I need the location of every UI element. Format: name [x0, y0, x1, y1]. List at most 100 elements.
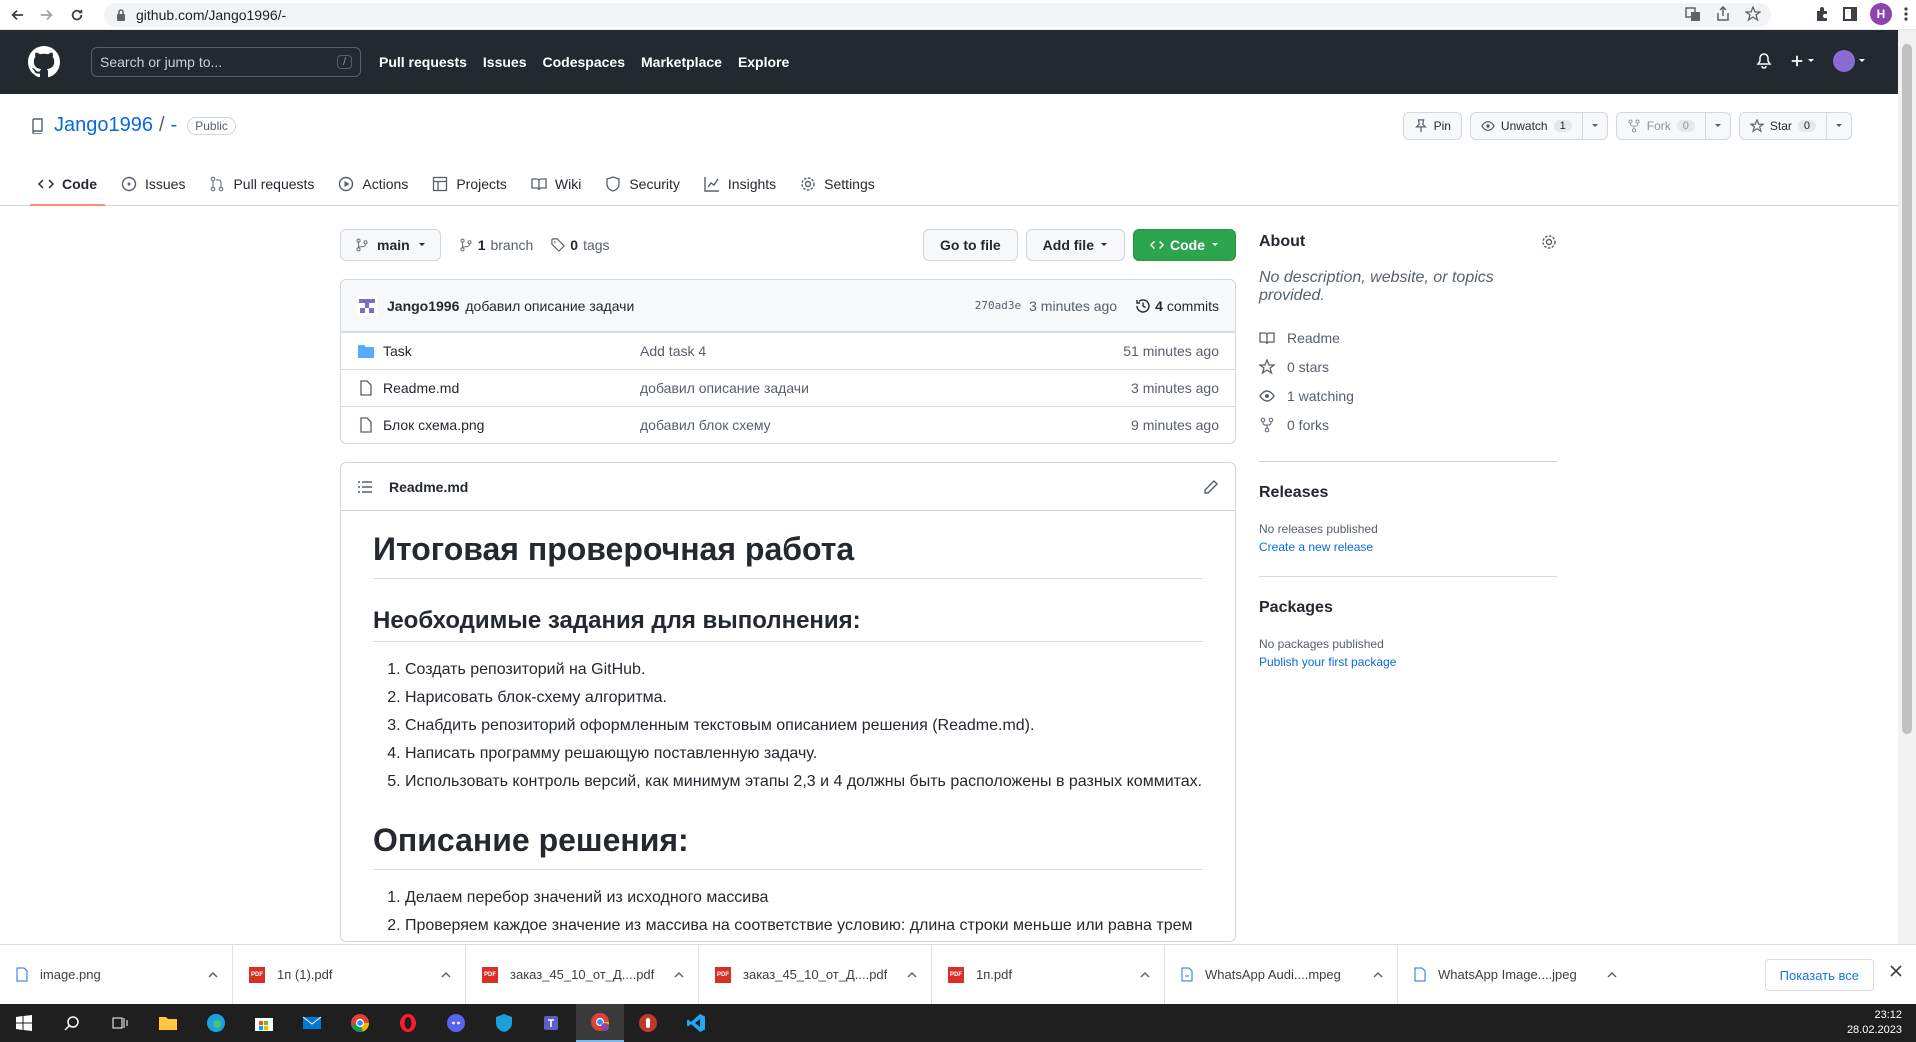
fork-dropdown-button[interactable]: [1705, 112, 1731, 140]
chevron-up-icon[interactable]: [208, 971, 218, 979]
tab-settings[interactable]: Settings: [792, 164, 883, 206]
vscode-icon[interactable]: [672, 1004, 720, 1042]
tab-insights[interactable]: Insights: [696, 164, 784, 206]
search-icon[interactable]: [48, 1004, 96, 1042]
microsoft-store-icon[interactable]: [240, 1004, 288, 1042]
repo-name-link[interactable]: -: [171, 114, 178, 137]
watchers-link[interactable]: 1 watching: [1259, 381, 1557, 410]
file-name-link[interactable]: Блок схема.png: [383, 417, 640, 433]
forward-icon[interactable]: [34, 2, 60, 28]
unwatch-button[interactable]: Unwatch 1: [1469, 112, 1583, 140]
download-item[interactable]: PDF заказ_45_10_от_Д....pdf: [466, 944, 699, 1005]
tab-actions[interactable]: Actions: [330, 164, 416, 206]
opera-icon[interactable]: [384, 1004, 432, 1042]
notifications-bell-icon[interactable]: [1756, 53, 1772, 69]
download-item[interactable]: WhatsApp Audi....mpeg: [1165, 944, 1398, 1005]
tab-issues[interactable]: Issues: [113, 164, 193, 206]
back-icon[interactable]: [4, 2, 30, 28]
nav-codespaces[interactable]: Codespaces: [543, 54, 625, 70]
chevron-up-icon[interactable]: [1373, 971, 1383, 979]
mail-icon[interactable]: [288, 1004, 336, 1042]
commit-message-link[interactable]: добавил описание задачи: [465, 298, 634, 314]
create-release-link[interactable]: Create a new release: [1259, 540, 1557, 554]
add-file-button[interactable]: Add file: [1025, 229, 1125, 261]
chrome-menu-icon[interactable]: [1904, 6, 1908, 22]
code-button[interactable]: Code: [1133, 229, 1236, 261]
nav-issues[interactable]: Issues: [483, 54, 527, 70]
antivirus-icon[interactable]: [624, 1004, 672, 1042]
tags-link[interactable]: 0 tags: [551, 237, 610, 253]
pin-button[interactable]: Pin: [1402, 112, 1462, 140]
watch-dropdown-button[interactable]: [1582, 112, 1608, 140]
file-explorer-icon[interactable]: [144, 1004, 192, 1042]
search-input[interactable]: Search or jump to... /: [91, 47, 361, 77]
forks-link[interactable]: 0 forks: [1259, 410, 1557, 439]
discord-icon[interactable]: [432, 1004, 480, 1042]
chevron-up-icon[interactable]: [441, 971, 451, 979]
branches-link[interactable]: 1 branch: [459, 237, 533, 253]
tab-security[interactable]: Security: [597, 164, 688, 206]
readme-link[interactable]: Readme: [1259, 323, 1557, 352]
go-to-file-button[interactable]: Go to file: [922, 229, 1018, 261]
system-clock[interactable]: 23:12 28.02.2023: [1847, 1008, 1902, 1038]
show-all-downloads-button[interactable]: Показать все: [1764, 959, 1874, 991]
download-item[interactable]: PDF 1п.pdf: [932, 944, 1165, 1005]
chevron-up-icon[interactable]: [674, 971, 684, 979]
chevron-up-icon[interactable]: [907, 971, 917, 979]
commit-author-link[interactable]: Jango1996: [387, 298, 459, 314]
download-item[interactable]: PDF 1п (1).pdf: [233, 944, 466, 1005]
bookmark-star-icon[interactable]: [1745, 6, 1761, 22]
packages-title[interactable]: Packages: [1259, 599, 1557, 617]
gear-icon[interactable]: [1541, 234, 1557, 250]
chrome-icon[interactable]: [336, 1004, 384, 1042]
file-commit-message-link[interactable]: добавил описание задачи: [640, 380, 809, 396]
download-item[interactable]: PDF заказ_45_10_от_Д....pdf: [699, 944, 932, 1005]
star-dropdown-button[interactable]: [1827, 112, 1852, 140]
nav-pull-requests[interactable]: Pull requests: [379, 54, 467, 70]
list-unordered-icon[interactable]: [357, 479, 373, 495]
commits-link[interactable]: 4 commits: [1135, 298, 1219, 314]
defender-shield-icon[interactable]: [480, 1004, 528, 1042]
extensions-icon[interactable]: [1814, 6, 1830, 22]
file-name-link[interactable]: Task: [383, 343, 640, 359]
address-bar[interactable]: github.com/Jango1996/-: [104, 3, 1771, 27]
repo-owner-link[interactable]: Jango1996: [54, 114, 153, 137]
scrollbar-thumb[interactable]: [1902, 44, 1912, 734]
publish-package-link[interactable]: Publish your first package: [1259, 655, 1557, 669]
create-new-plus-icon[interactable]: [1790, 54, 1815, 68]
readme-filename[interactable]: Readme.md: [389, 479, 468, 495]
branch-select-button[interactable]: main: [340, 229, 441, 261]
chevron-up-icon[interactable]: [1140, 971, 1150, 979]
side-panel-icon[interactable]: [1842, 6, 1858, 22]
chevron-up-icon[interactable]: [1607, 971, 1617, 979]
download-item[interactable]: image.png: [0, 944, 233, 1005]
file-commit-message-link[interactable]: Add task 4: [640, 343, 706, 359]
commit-author-avatar[interactable]: [357, 295, 377, 316]
nav-marketplace[interactable]: Marketplace: [641, 54, 722, 70]
download-item[interactable]: WhatsApp Image....jpeg: [1398, 945, 1631, 1005]
tab-code[interactable]: Code: [30, 164, 105, 206]
commit-sha-link[interactable]: 270ad3e: [975, 299, 1021, 312]
windows-start-icon[interactable]: [0, 1004, 48, 1042]
page-scrollbar[interactable]: [1898, 30, 1916, 944]
translate-icon[interactable]: [1685, 6, 1701, 22]
releases-title[interactable]: Releases: [1259, 484, 1557, 502]
user-menu[interactable]: [1833, 50, 1866, 72]
github-logo-icon[interactable]: [28, 46, 60, 78]
reload-icon[interactable]: [64, 2, 90, 28]
stars-link[interactable]: 0 stars: [1259, 352, 1557, 381]
tab-projects[interactable]: Projects: [424, 164, 515, 206]
tab-pull-requests[interactable]: Pull requests: [201, 164, 322, 206]
star-button[interactable]: Star 0: [1738, 112, 1827, 140]
close-icon[interactable]: [1890, 965, 1902, 977]
file-commit-message-link[interactable]: добавил блок схему: [640, 417, 771, 433]
file-name-link[interactable]: Readme.md: [383, 380, 640, 396]
chrome-profile-icon[interactable]: [576, 1004, 624, 1042]
teams-icon[interactable]: [528, 1004, 576, 1042]
pencil-edit-icon[interactable]: [1203, 479, 1219, 495]
edge-browser-icon[interactable]: [192, 1004, 240, 1042]
profile-avatar[interactable]: H: [1870, 3, 1892, 25]
fork-button[interactable]: Fork 0: [1615, 112, 1706, 140]
share-icon[interactable]: [1715, 6, 1731, 22]
tab-wiki[interactable]: Wiki: [523, 164, 589, 206]
